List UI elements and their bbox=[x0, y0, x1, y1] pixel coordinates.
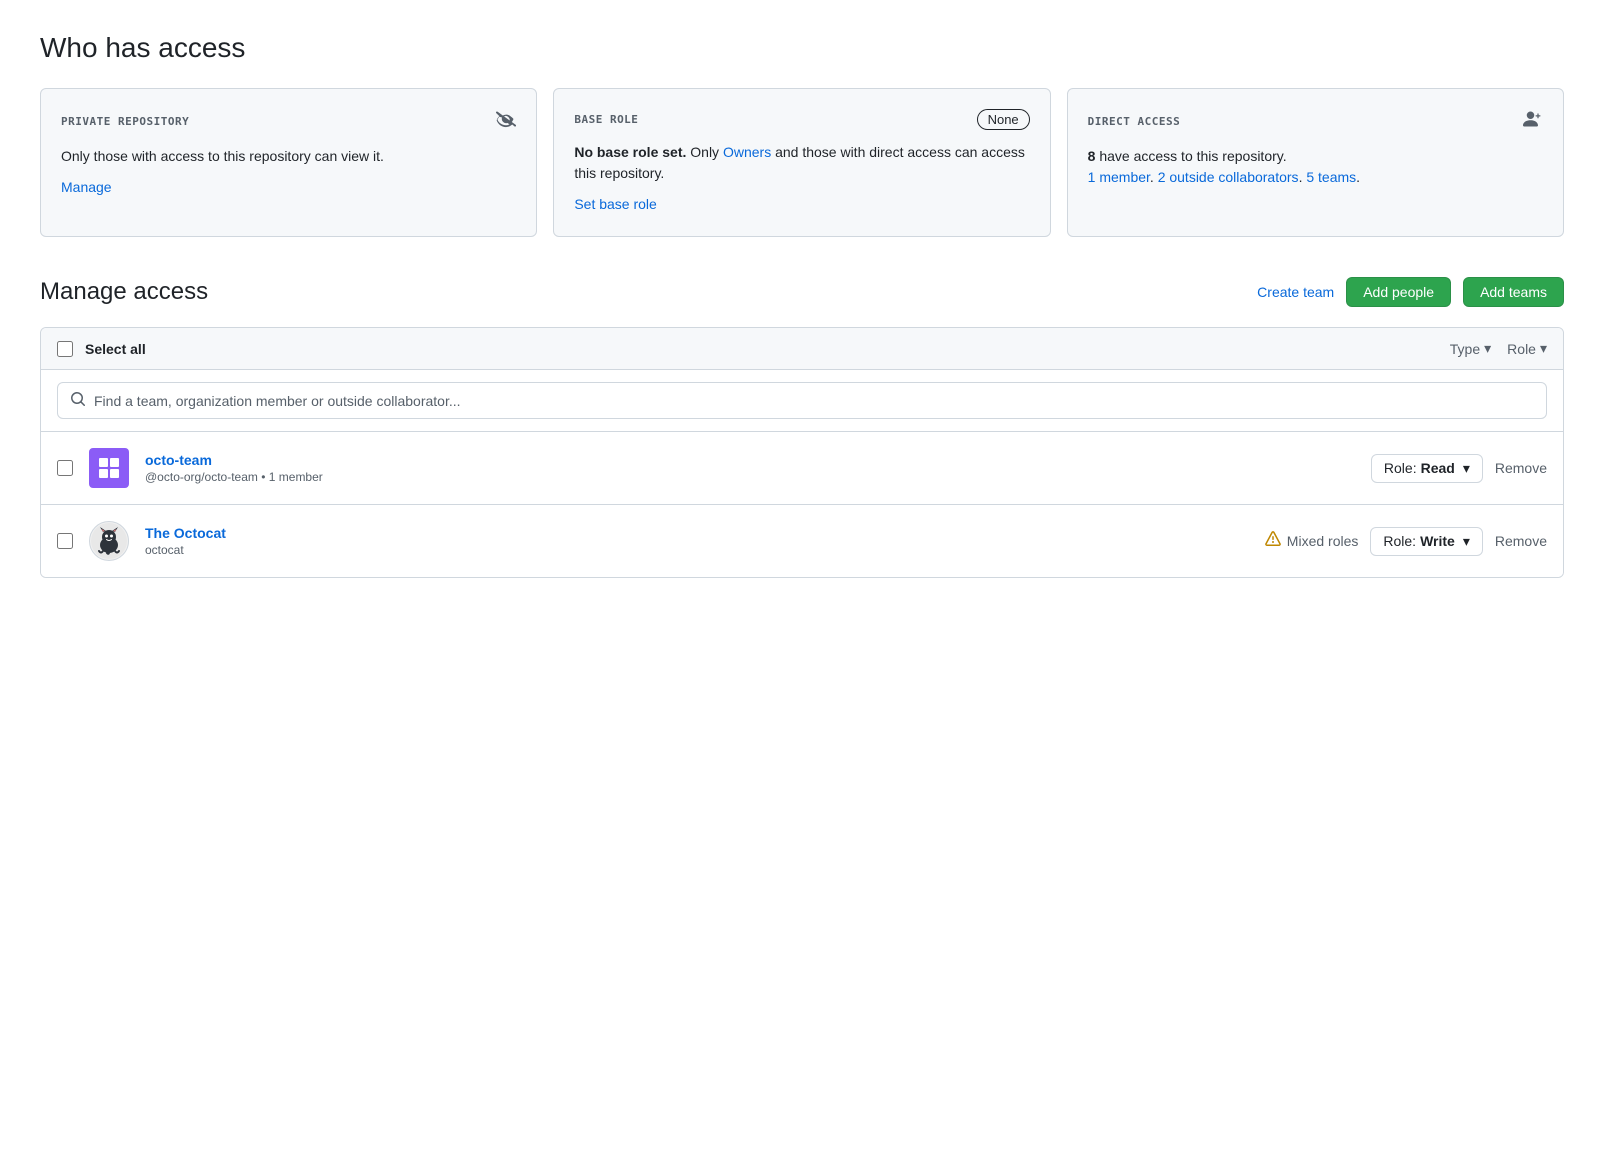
type-filter-button[interactable]: Type ▾ bbox=[1450, 340, 1491, 357]
mixed-roles-label: Mixed roles bbox=[1287, 533, 1359, 549]
select-all-right: Type ▾ Role ▾ bbox=[1450, 340, 1547, 357]
search-input-wrapper bbox=[57, 382, 1547, 419]
select-all-left: Select all bbox=[57, 341, 146, 357]
outside-collaborators-link[interactable]: 2 outside collaborators bbox=[1158, 169, 1299, 185]
octocat-role-dropdown[interactable]: Role: Write ▾ bbox=[1370, 527, 1482, 556]
info-cards: PRIVATE REPOSITORY Only those with acces… bbox=[40, 88, 1564, 237]
manage-access-title: Manage access bbox=[40, 278, 208, 306]
octo-team-role-value: Read bbox=[1421, 460, 1455, 476]
octocat-name-link[interactable]: The Octocat bbox=[145, 525, 226, 541]
card-header-direct-access: DIRECT ACCESS bbox=[1088, 109, 1543, 134]
octocat-role-chevron-icon: ▾ bbox=[1463, 533, 1470, 550]
type-filter-chevron-icon: ▾ bbox=[1484, 340, 1491, 357]
add-people-button[interactable]: Add people bbox=[1346, 277, 1451, 307]
person-add-icon bbox=[1523, 109, 1543, 134]
page-title: Who has access bbox=[40, 32, 1564, 64]
type-filter-label: Type bbox=[1450, 341, 1480, 357]
role-filter-button[interactable]: Role ▾ bbox=[1507, 340, 1547, 357]
octo-team-name-link[interactable]: octo-team bbox=[145, 452, 212, 468]
octocat-sub: octocat bbox=[145, 543, 1249, 557]
octocat-checkbox[interactable] bbox=[57, 533, 73, 549]
role-dropdown-chevron-icon: ▾ bbox=[1463, 460, 1470, 477]
card-header-base-role: BASE ROLE None bbox=[574, 109, 1029, 130]
manage-access-header: Manage access Create team Add people Add… bbox=[40, 277, 1564, 307]
octo-team-actions: Role: Read ▾ Remove bbox=[1371, 454, 1547, 483]
select-all-row: Select all Type ▾ Role ▾ bbox=[41, 328, 1563, 370]
select-all-checkbox[interactable] bbox=[57, 341, 73, 357]
octo-team-info: octo-team @octo-org/octo-team • 1 member bbox=[145, 452, 1355, 484]
direct-access-card: DIRECT ACCESS 8 have access to this repo… bbox=[1067, 88, 1564, 237]
octo-team-avatar bbox=[89, 448, 129, 488]
card-header-private: PRIVATE REPOSITORY bbox=[61, 109, 516, 134]
role-filter-label: Role bbox=[1507, 341, 1536, 357]
member-count-link[interactable]: 1 member bbox=[1088, 169, 1150, 185]
manage-link[interactable]: Manage bbox=[61, 179, 112, 195]
private-repo-body: Only those with access to this repositor… bbox=[61, 146, 516, 167]
set-base-role-link[interactable]: Set base role bbox=[574, 196, 657, 212]
octocat-info: The Octocat octocat bbox=[145, 525, 1249, 557]
octo-team-role-dropdown[interactable]: Role: Read ▾ bbox=[1371, 454, 1483, 483]
eye-slash-icon bbox=[496, 109, 516, 134]
base-role-label: BASE ROLE bbox=[574, 113, 638, 126]
add-teams-button[interactable]: Add teams bbox=[1463, 277, 1564, 307]
private-repo-card: PRIVATE REPOSITORY Only those with acces… bbox=[40, 88, 537, 237]
table-row: The Octocat octocat Mixed roles Role: Wr… bbox=[41, 505, 1563, 577]
select-all-label: Select all bbox=[85, 341, 146, 357]
private-repo-label: PRIVATE REPOSITORY bbox=[61, 115, 189, 128]
octo-team-checkbox[interactable] bbox=[57, 460, 73, 476]
octocat-avatar bbox=[89, 521, 129, 561]
access-table: Select all Type ▾ Role ▾ bbox=[40, 327, 1564, 578]
search-input[interactable] bbox=[94, 393, 1534, 409]
mixed-roles-indicator: Mixed roles bbox=[1265, 531, 1359, 552]
owners-link[interactable]: Owners bbox=[723, 144, 771, 160]
base-role-card: BASE ROLE None No base role set. Only Ow… bbox=[553, 88, 1050, 237]
warning-icon bbox=[1265, 531, 1281, 552]
none-badge: None bbox=[977, 109, 1030, 130]
search-icon bbox=[70, 391, 86, 410]
direct-access-label: DIRECT ACCESS bbox=[1088, 115, 1181, 128]
octo-team-remove-button[interactable]: Remove bbox=[1495, 460, 1547, 476]
teams-link[interactable]: 5 teams bbox=[1306, 169, 1356, 185]
octocat-remove-button[interactable]: Remove bbox=[1495, 533, 1547, 549]
table-row: octo-team @octo-org/octo-team • 1 member… bbox=[41, 432, 1563, 505]
octo-team-sub: @octo-org/octo-team • 1 member bbox=[145, 470, 1355, 484]
octocat-actions: Mixed roles Role: Write ▾ Remove bbox=[1265, 527, 1547, 556]
create-team-link[interactable]: Create team bbox=[1257, 284, 1334, 300]
search-row bbox=[41, 370, 1563, 432]
base-role-body: No base role set. Only Owners and those … bbox=[574, 142, 1029, 184]
manage-actions: Create team Add people Add teams bbox=[1257, 277, 1564, 307]
direct-access-body: 8 have access to this repository. 1 memb… bbox=[1088, 146, 1543, 188]
octocat-role-value: Write bbox=[1420, 533, 1455, 549]
role-filter-chevron-icon: ▾ bbox=[1540, 340, 1547, 357]
